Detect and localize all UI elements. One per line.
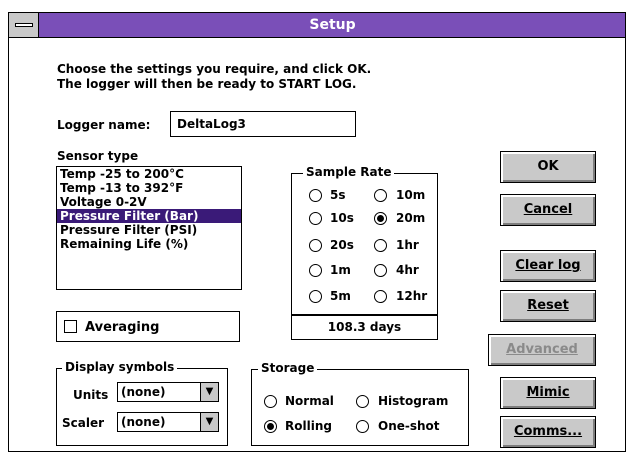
storage-normal-radio[interactable]: [264, 395, 277, 408]
instruction-line-2: The logger will then be ready to START L…: [57, 77, 357, 91]
display-symbols-group: [56, 368, 228, 446]
sensor-type-item[interactable]: Temp -25 to 200°C: [57, 167, 241, 181]
sensor-type-item-selected[interactable]: Pressure Filter (Bar): [57, 209, 241, 223]
scaler-label: Scaler: [62, 416, 105, 430]
sensor-type-item[interactable]: Pressure Filter (PSI): [57, 223, 241, 237]
mimic-button[interactable]: Mimic: [500, 377, 596, 409]
logger-name-label: Logger name:: [57, 118, 151, 132]
reset-label: Reset: [527, 298, 569, 313]
averaging-label[interactable]: Averaging: [85, 320, 159, 335]
logger-name-value: DeltaLog3: [177, 117, 246, 131]
log-duration: 108.3 days: [291, 315, 438, 340]
rate-1m-radio[interactable]: [309, 264, 322, 277]
advanced-button[interactable]: Advanced: [488, 334, 596, 366]
rate-10s-radio[interactable]: [309, 212, 322, 225]
storage-one-shot-label[interactable]: One-shot: [378, 419, 440, 433]
storage-normal-label[interactable]: Normal: [285, 394, 334, 408]
cancel-label: Cancel: [523, 202, 573, 217]
rate-10m-radio[interactable]: [374, 189, 387, 202]
sensor-type-item[interactable]: Voltage 0-2V: [57, 195, 241, 209]
dropdown-arrow-icon[interactable]: ▼: [200, 383, 218, 401]
comms-button[interactable]: Comms...: [500, 416, 596, 448]
rate-5m-label[interactable]: 5m: [330, 289, 351, 303]
averaging-checkbox[interactable]: [64, 320, 77, 333]
display-symbols-label: Display symbols: [62, 360, 178, 374]
storage-label: Storage: [258, 361, 318, 375]
clear-log-button[interactable]: Clear log: [500, 250, 596, 282]
rate-1hr-radio[interactable]: [374, 239, 387, 252]
storage-histogram-radio[interactable]: [356, 395, 369, 408]
scaler-dropdown[interactable]: (none) ▼: [117, 412, 219, 432]
storage-rolling-label[interactable]: Rolling: [285, 419, 332, 433]
system-menu-button[interactable]: [9, 13, 39, 37]
scaler-value: (none): [121, 415, 166, 429]
rate-1hr-label[interactable]: 1hr: [396, 238, 419, 252]
rate-5s-radio[interactable]: [309, 189, 322, 202]
logger-name-field[interactable]: DeltaLog3: [170, 111, 356, 137]
rate-5m-radio[interactable]: [309, 290, 322, 303]
rate-1m-label[interactable]: 1m: [330, 263, 351, 277]
clear-log-label: Clear log: [515, 258, 581, 273]
units-dropdown[interactable]: (none) ▼: [117, 382, 219, 402]
rate-10m-label[interactable]: 10m: [396, 188, 425, 202]
sample-rate-label: Sample Rate: [303, 165, 395, 179]
reset-button[interactable]: Reset: [500, 290, 596, 322]
rate-4hr-label[interactable]: 4hr: [396, 263, 419, 277]
sensor-type-item[interactable]: Temp -13 to 392°F: [57, 181, 241, 195]
rate-10s-label[interactable]: 10s: [330, 211, 354, 225]
advanced-label: Advanced: [506, 342, 578, 357]
window-title: Setup: [309, 17, 356, 33]
instruction-line-1: Choose the settings you require, and cli…: [57, 62, 372, 76]
mimic-label: Mimic: [526, 385, 570, 400]
rate-5s-label[interactable]: 5s: [330, 188, 346, 202]
rate-20s-label[interactable]: 20s: [330, 238, 354, 252]
storage-one-shot-radio[interactable]: [356, 420, 369, 433]
storage-rolling-radio[interactable]: [264, 420, 277, 433]
units-value: (none): [121, 385, 166, 399]
rate-12hr-radio[interactable]: [374, 290, 387, 303]
sensor-type-list[interactable]: Temp -25 to 200°C Temp -13 to 392°F Volt…: [56, 166, 242, 290]
system-menu-icon: [15, 23, 33, 27]
rate-20m-label[interactable]: 20m: [396, 211, 425, 225]
ok-button[interactable]: OK: [500, 151, 596, 183]
rate-20s-radio[interactable]: [309, 239, 322, 252]
units-label: Units: [73, 388, 109, 402]
rate-12hr-label[interactable]: 12hr: [396, 289, 427, 303]
storage-histogram-label[interactable]: Histogram: [378, 394, 448, 408]
comms-label: Comms...: [513, 424, 583, 439]
dropdown-arrow-icon[interactable]: ▼: [200, 413, 218, 431]
sensor-type-label: Sensor type: [57, 149, 139, 163]
cancel-button[interactable]: Cancel: [500, 194, 596, 226]
rate-4hr-radio[interactable]: [374, 264, 387, 277]
rate-20m-radio[interactable]: [374, 212, 387, 225]
sensor-type-item[interactable]: Remaining Life (%): [57, 237, 241, 251]
